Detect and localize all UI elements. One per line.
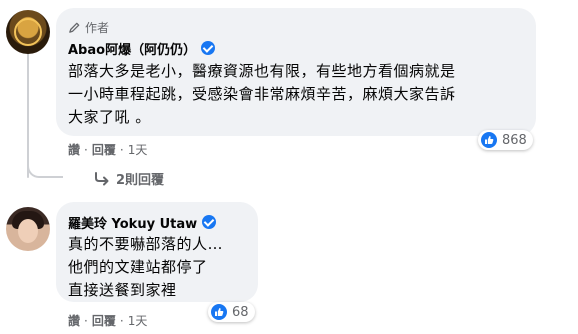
separator: · bbox=[119, 313, 124, 328]
replies-label: 2則回覆 bbox=[116, 173, 165, 188]
reaction-count: 68 bbox=[232, 304, 249, 320]
timestamp[interactable]: 1天 bbox=[128, 312, 148, 329]
like-icon bbox=[481, 132, 497, 148]
reply-button[interactable]: 回覆 bbox=[92, 141, 116, 158]
reaction-count-badge[interactable]: 868 bbox=[478, 130, 533, 150]
comment-actions: 讚 · 回覆 · 1天 bbox=[68, 141, 147, 158]
commenter-name[interactable]: Abao阿爆（阿仍仍） bbox=[68, 39, 196, 58]
author-badge: 作者 bbox=[68, 19, 524, 35]
author-badge-label: 作者 bbox=[85, 20, 110, 35]
reaction-count-badge[interactable]: 68 bbox=[208, 302, 255, 322]
comment-bubble: 羅美玲 Yokuy Utaw 真的不要嚇部落的人… 他們的文建站都停了 直接送餐… bbox=[56, 202, 258, 302]
reply-button[interactable]: 回覆 bbox=[92, 312, 116, 329]
view-replies-button[interactable]: 2則回覆 bbox=[94, 169, 164, 188]
separator: · bbox=[119, 142, 124, 157]
comment-text: 真的不要嚇部落的人… 他們的文建站都停了 直接送餐到家裡 bbox=[68, 235, 224, 299]
comment-bubble: 作者 Abao阿爆（阿仍仍） 部落大多是老小，醫療資源也有限，有些地方看個病就是… bbox=[56, 8, 536, 136]
pen-icon bbox=[69, 22, 80, 33]
commenter-avatar[interactable] bbox=[6, 207, 50, 251]
timestamp[interactable]: 1天 bbox=[128, 141, 148, 158]
author-avatar[interactable] bbox=[6, 10, 50, 54]
like-icon bbox=[211, 304, 227, 320]
separator: · bbox=[84, 142, 88, 157]
separator: · bbox=[84, 313, 88, 328]
verified-icon bbox=[201, 41, 216, 55]
reaction-count: 868 bbox=[502, 132, 527, 148]
thread-connector bbox=[27, 164, 63, 178]
comment-actions: 讚 · 回覆 · 1天 bbox=[68, 312, 147, 329]
like-button[interactable]: 讚 bbox=[68, 312, 80, 329]
reply-arrow-icon bbox=[95, 171, 109, 185]
thread-line bbox=[27, 52, 29, 178]
commenter-name[interactable]: 羅美玲 Yokuy Utaw bbox=[68, 213, 197, 232]
comment-text: 部落大多是老小，醫療資源也有限，有些地方看個病就是 一小時車程起跳，受感染會非常… bbox=[68, 62, 456, 126]
like-button[interactable]: 讚 bbox=[68, 141, 80, 158]
verified-icon bbox=[202, 215, 217, 229]
